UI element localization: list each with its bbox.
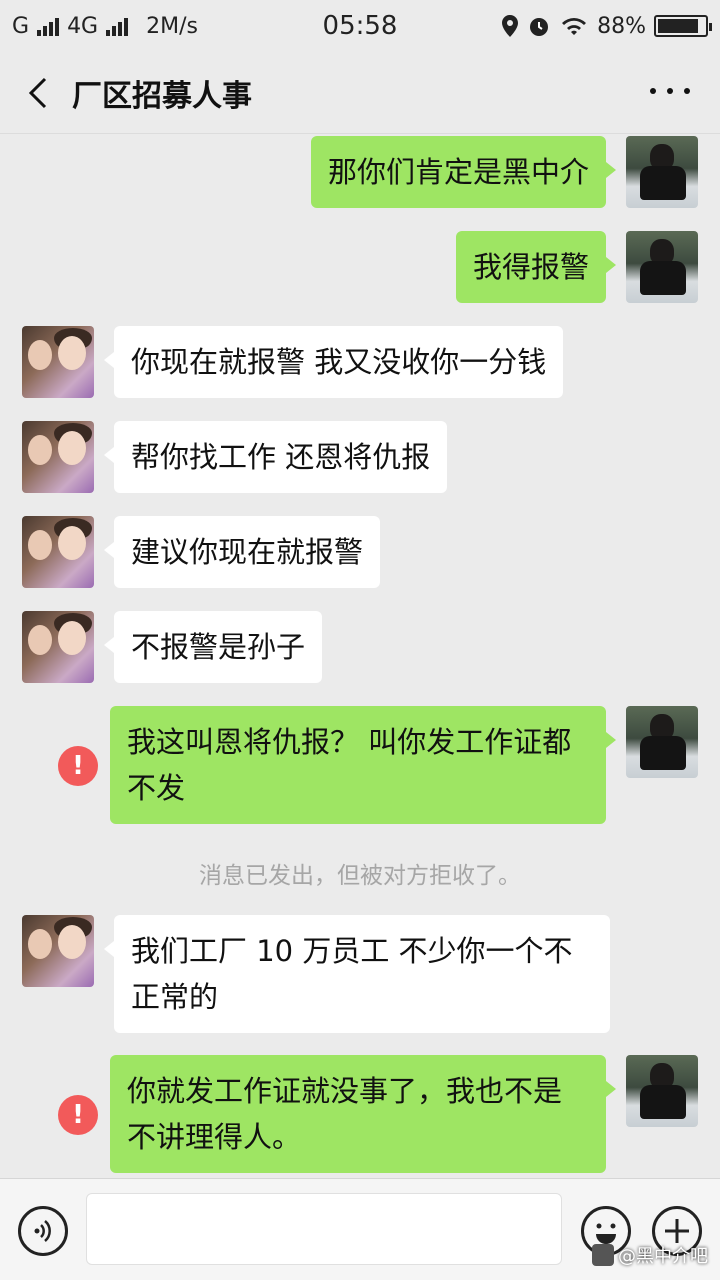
nav-bar: 厂区招募人事: [0, 52, 720, 134]
contact-avatar[interactable]: [22, 421, 94, 493]
signal-icon-2: [106, 16, 129, 36]
my-avatar[interactable]: [626, 136, 698, 208]
speed-label: 2M/s: [146, 13, 198, 39]
chevron-left-icon: [28, 77, 47, 108]
status-bar: G 4G 2M/s 05:58 88%: [0, 0, 720, 52]
message-bubble[interactable]: 建议你现在就报警: [103, 516, 381, 588]
message-bubble[interactable]: 不报警是孙子: [103, 611, 323, 683]
message-bubble[interactable]: 你就发工作证就没事了，我也不是不讲理得人。: [110, 1055, 616, 1173]
voice-icon: [34, 1220, 51, 1242]
input-bar: @黑中介吧: [0, 1178, 720, 1280]
contact-avatar[interactable]: [22, 326, 94, 398]
send-failed-icon[interactable]: !: [58, 1095, 98, 1135]
chat-title: 厂区招募人事: [72, 78, 252, 114]
contact-avatar[interactable]: [22, 915, 94, 987]
more-options-button[interactable]: [650, 76, 690, 106]
voice-input-button[interactable]: [18, 1206, 68, 1256]
signal-icon: [37, 16, 60, 36]
network-label: 4G: [67, 13, 99, 39]
message-bubble[interactable]: 你现在就报警 我又没收你一分钱: [103, 326, 564, 398]
message-bubble[interactable]: 我这叫恩将仇报？ 叫你发工作证都不发: [110, 706, 616, 824]
status-right: 88%: [501, 13, 712, 39]
message-list[interactable]: 那你们肯定是黑中介 我得报警 你现在就报警 我又没收你一分钱 帮你找工作 还恩将…: [0, 134, 720, 1178]
message-bubble[interactable]: 帮你找工作 还恩将仇报: [103, 421, 448, 493]
my-avatar[interactable]: [626, 231, 698, 303]
message-bubble[interactable]: 我得报警: [455, 231, 617, 303]
message-bubble[interactable]: 那你们肯定是黑中介: [310, 136, 617, 208]
my-avatar[interactable]: [626, 1055, 698, 1127]
message-input[interactable]: [86, 1193, 562, 1265]
watermark: @黑中介吧: [592, 1242, 708, 1268]
carrier-label: G: [12, 13, 30, 39]
status-left: G 4G 2M/s: [12, 14, 198, 39]
back-button[interactable]: [18, 63, 58, 123]
location-icon: [502, 15, 519, 37]
contact-avatar[interactable]: [22, 516, 94, 588]
send-failed-icon[interactable]: !: [58, 746, 98, 786]
battery-icon: [654, 15, 712, 37]
my-avatar[interactable]: [626, 706, 698, 778]
battery-percent: 88%: [597, 13, 646, 39]
watermark-logo-icon: [592, 1244, 614, 1266]
alarm-icon: [530, 18, 549, 36]
chat-screen: G 4G 2M/s 05:58 88% 厂区招募人事 那你们肯定是黑中介 我得报…: [0, 0, 720, 1280]
message-bubble[interactable]: 我们工厂 10 万员工 不少你一个不正常的: [104, 915, 610, 1033]
watermark-text: @黑中介吧: [618, 1246, 708, 1267]
contact-avatar[interactable]: [22, 611, 94, 683]
wifi-icon: [562, 18, 587, 35]
system-notice: 消息已发出，但被对方拒收了。: [199, 863, 521, 889]
